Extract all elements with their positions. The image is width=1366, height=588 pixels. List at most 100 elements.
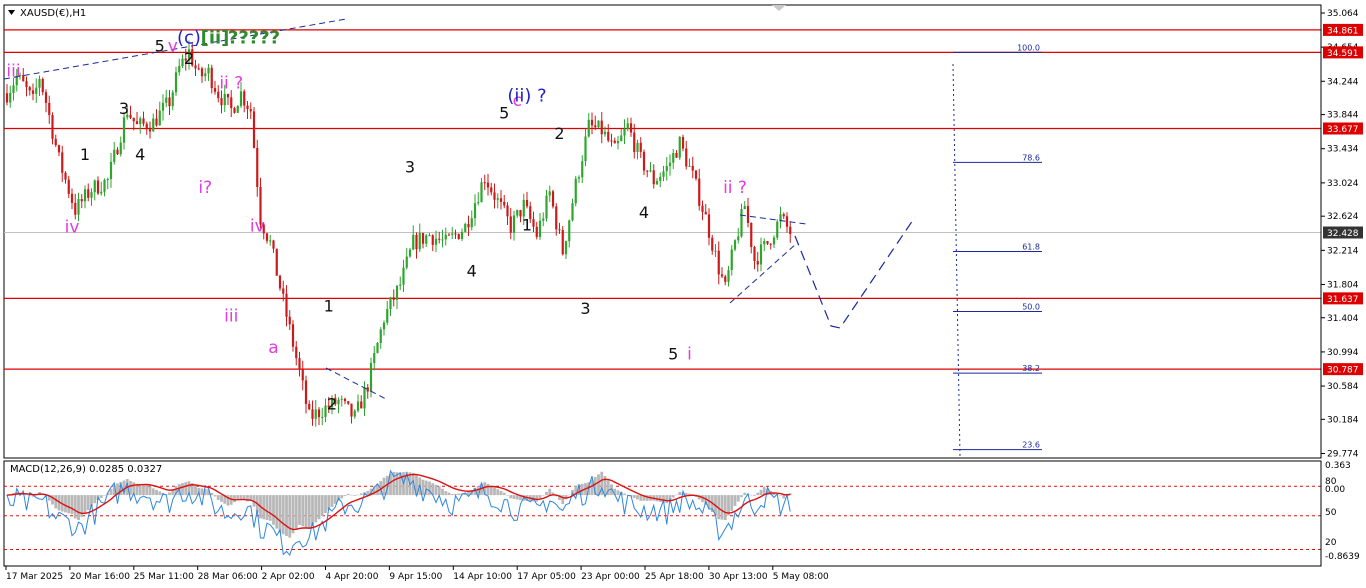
candle-body [343, 398, 347, 402]
wave-label-27: 5 [668, 345, 678, 364]
candle-body [587, 119, 590, 137]
time-tick-label: 2 Apr 02:00 [262, 572, 315, 582]
macd-level-label: 80 [1325, 477, 1337, 487]
candle-body [457, 234, 460, 239]
candle-body [756, 260, 759, 265]
level-price-label: 34.591 [1327, 49, 1359, 59]
macd-histogram-bar [54, 495, 58, 509]
macd-histogram-bar [291, 495, 295, 534]
wave-label-18: 3 [405, 157, 415, 176]
macd-histogram-bar [515, 495, 519, 500]
macd-histogram-bar [756, 492, 760, 496]
macd-histogram-bar [330, 495, 334, 507]
candle-body [441, 239, 444, 241]
candle-body [776, 221, 779, 238]
candle-body [642, 151, 646, 171]
fib-label-0: 100.0 [1017, 43, 1040, 52]
candle-body [246, 105, 249, 110]
macd-histogram-bar [720, 495, 724, 520]
wave-label-11: ii ? [219, 73, 243, 93]
macd-histogram-bar [151, 488, 155, 496]
candle-body [210, 67, 213, 89]
price-tick-label: 30.184 [1327, 415, 1359, 425]
candle-body [168, 97, 171, 107]
price-tick-label: 35.064 [1327, 9, 1359, 19]
macd-histogram-bar [288, 495, 292, 538]
candle-body [639, 142, 642, 152]
time-tick-label: 30 Apr 13:00 [709, 572, 768, 582]
candle-body [704, 211, 707, 215]
candle-body [106, 179, 109, 181]
macd-histogram-bar [239, 495, 243, 499]
macd-histogram-bar [103, 495, 106, 496]
wave-label-7: 2 [184, 49, 194, 68]
macd-histogram-bar [658, 495, 662, 502]
candle-body [714, 250, 717, 252]
candle-body [493, 192, 496, 200]
macd-histogram-bar [346, 493, 350, 496]
candle-body [509, 216, 512, 233]
macd-histogram-bar [333, 495, 337, 504]
candle-body [672, 153, 675, 163]
candle-body [720, 274, 724, 277]
candle-body [158, 110, 161, 126]
candle-body [288, 316, 291, 325]
wave-label-3: 3 [119, 99, 129, 118]
candle-body [551, 191, 555, 207]
candle-body [282, 288, 285, 294]
candle-body [584, 136, 587, 162]
candle-body [226, 93, 230, 98]
macd-histogram-bar [434, 484, 438, 496]
candle-body [122, 117, 126, 143]
macd-histogram-bar [298, 495, 301, 525]
candle-body [480, 182, 483, 203]
wave-label-5: 5 [155, 37, 165, 56]
time-tick-label: 9 Apr 15:00 [389, 572, 442, 582]
candle-body [353, 410, 356, 417]
macd-histogram-bar [86, 495, 90, 510]
candle-body [649, 170, 652, 172]
candle-body [119, 142, 122, 155]
candle-body [171, 92, 174, 107]
candle-body [535, 226, 538, 237]
level-price-label: 33.677 [1327, 125, 1359, 135]
macd-histogram-bar [753, 495, 756, 496]
candle-body [9, 93, 12, 103]
candle-body [132, 117, 135, 122]
candle-body [460, 231, 464, 239]
macd-histogram-bar [294, 495, 298, 530]
macd-histogram-bar [70, 495, 74, 515]
wave-label-13: iv [250, 217, 265, 237]
candle-body [626, 123, 629, 130]
macd-histogram-bar [350, 494, 353, 496]
macd-histogram-bar [311, 495, 314, 526]
wave-label-12: i? [198, 178, 212, 198]
candle-body [629, 123, 633, 133]
price-tick-label: 30.584 [1327, 382, 1359, 392]
forex-chart[interactable]: 100.078.661.850.038.223.6 iii1iv345 v2(c)… [0, 0, 1366, 588]
candle-body [314, 409, 317, 419]
macd-histogram-bar [496, 489, 500, 496]
candle-body [577, 177, 581, 179]
wave-label-29: ii ? [723, 178, 747, 198]
candle-body [308, 403, 311, 410]
wave-label-23: 2 [554, 124, 564, 143]
candle-body [564, 241, 568, 255]
candle-body [243, 91, 246, 106]
macd-label: MACD(12,26,9) 0.0285 0.0327 [10, 464, 162, 475]
wave-label-24: 1 [522, 216, 532, 235]
price-tick-label: 31.804 [1327, 280, 1359, 290]
candle-body [438, 238, 441, 240]
candle-body [740, 209, 743, 237]
macd-histogram-bar [733, 495, 737, 506]
candle-body [356, 401, 360, 411]
candle-body [405, 256, 408, 268]
candle-body [28, 87, 31, 91]
candle-body [148, 129, 152, 132]
macd-histogram-bar [441, 488, 444, 496]
candle-body [532, 219, 535, 227]
candle-body [295, 346, 298, 359]
fib-label-3: 50.0 [1022, 302, 1040, 311]
candle-body [512, 215, 516, 233]
macd-histogram-bar [200, 488, 204, 496]
